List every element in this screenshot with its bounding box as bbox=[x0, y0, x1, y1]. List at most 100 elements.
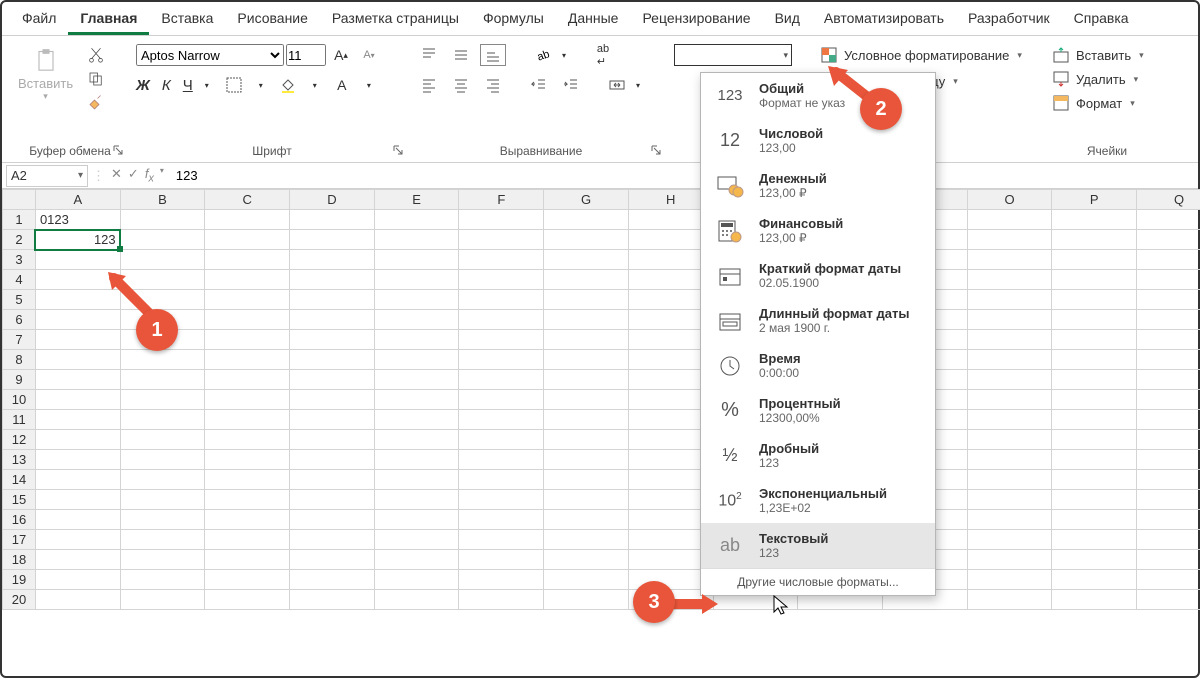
font-name-select[interactable]: Aptos Narrow bbox=[136, 44, 284, 66]
decrease-indent-button[interactable] bbox=[526, 74, 552, 96]
cell-D6[interactable] bbox=[290, 310, 375, 330]
cell-O12[interactable] bbox=[967, 430, 1052, 450]
format-option-Экспоненциальный[interactable]: 102 Экспоненциальный1,23E+02 bbox=[701, 478, 935, 523]
italic-button[interactable]: К bbox=[162, 77, 171, 94]
tab-данные[interactable]: Данные bbox=[556, 4, 631, 35]
cell-E1[interactable] bbox=[374, 210, 459, 230]
cell-G4[interactable] bbox=[544, 270, 629, 290]
cell-P10[interactable] bbox=[1052, 390, 1137, 410]
cell-C8[interactable] bbox=[205, 350, 290, 370]
cell-G10[interactable] bbox=[544, 390, 629, 410]
cell-D14[interactable] bbox=[290, 470, 375, 490]
cell-G13[interactable] bbox=[544, 450, 629, 470]
cell-P17[interactable] bbox=[1052, 530, 1137, 550]
cell-E15[interactable] bbox=[374, 490, 459, 510]
cell-G8[interactable] bbox=[544, 350, 629, 370]
cell-O10[interactable] bbox=[967, 390, 1052, 410]
cell-P11[interactable] bbox=[1052, 410, 1137, 430]
row-header-4[interactable]: 4 bbox=[3, 270, 36, 290]
cell-A10[interactable] bbox=[35, 390, 120, 410]
cell-Q6[interactable] bbox=[1137, 310, 1200, 330]
cell-D7[interactable] bbox=[290, 330, 375, 350]
cell-C11[interactable] bbox=[205, 410, 290, 430]
cell-C16[interactable] bbox=[205, 510, 290, 530]
cell-F19[interactable] bbox=[459, 570, 544, 590]
cell-Q5[interactable] bbox=[1137, 290, 1200, 310]
cell-Q7[interactable] bbox=[1137, 330, 1200, 350]
format-option-Числовой[interactable]: 12 Числовой123,00 bbox=[701, 118, 935, 163]
cell-G9[interactable] bbox=[544, 370, 629, 390]
cell-F17[interactable] bbox=[459, 530, 544, 550]
row-header-11[interactable]: 11 bbox=[3, 410, 36, 430]
row-header-1[interactable]: 1 bbox=[3, 210, 36, 230]
insert-cells-button[interactable]: Вставить▾ bbox=[1046, 44, 1150, 66]
cell-G14[interactable] bbox=[544, 470, 629, 490]
cell-G20[interactable] bbox=[544, 590, 629, 610]
dialog-launcher-icon[interactable] bbox=[392, 144, 404, 156]
column-header-G[interactable]: G bbox=[544, 190, 629, 210]
copy-button[interactable] bbox=[83, 68, 109, 90]
tab-рисование[interactable]: Рисование bbox=[225, 4, 320, 35]
cell-A16[interactable] bbox=[35, 510, 120, 530]
cell-F8[interactable] bbox=[459, 350, 544, 370]
format-painter-button[interactable] bbox=[83, 92, 109, 114]
cell-G6[interactable] bbox=[544, 310, 629, 330]
cell-D20[interactable] bbox=[290, 590, 375, 610]
cell-A12[interactable] bbox=[35, 430, 120, 450]
format-option-Денежный[interactable]: Денежный123,00 ₽ bbox=[701, 163, 935, 208]
tab-формулы[interactable]: Формулы bbox=[471, 4, 556, 35]
cell-P13[interactable] bbox=[1052, 450, 1137, 470]
cell-Q4[interactable] bbox=[1137, 270, 1200, 290]
cell-Q1[interactable] bbox=[1137, 210, 1200, 230]
name-box[interactable]: A2 bbox=[6, 165, 88, 187]
cell-G5[interactable] bbox=[544, 290, 629, 310]
row-header-17[interactable]: 17 bbox=[3, 530, 36, 550]
cell-A19[interactable] bbox=[35, 570, 120, 590]
cell-O20[interactable] bbox=[967, 590, 1052, 610]
cell-O13[interactable] bbox=[967, 450, 1052, 470]
column-header-D[interactable]: D bbox=[290, 190, 375, 210]
cell-G2[interactable] bbox=[544, 230, 629, 250]
underline-button[interactable]: Ч bbox=[183, 77, 193, 94]
cell-G16[interactable] bbox=[544, 510, 629, 530]
cell-C5[interactable] bbox=[205, 290, 290, 310]
tab-вставка[interactable]: Вставка bbox=[149, 4, 225, 35]
column-header-O[interactable]: O bbox=[967, 190, 1052, 210]
cell-P16[interactable] bbox=[1052, 510, 1137, 530]
cell-C13[interactable] bbox=[205, 450, 290, 470]
cell-O11[interactable] bbox=[967, 410, 1052, 430]
dialog-launcher-icon[interactable] bbox=[112, 144, 124, 156]
cell-P2[interactable] bbox=[1052, 230, 1137, 250]
cell-D9[interactable] bbox=[290, 370, 375, 390]
row-header-16[interactable]: 16 bbox=[3, 510, 36, 530]
cell-C12[interactable] bbox=[205, 430, 290, 450]
cell-F7[interactable] bbox=[459, 330, 544, 350]
column-header-P[interactable]: P bbox=[1052, 190, 1137, 210]
format-option-Время[interactable]: Время0:00:00 bbox=[701, 343, 935, 388]
cell-Q3[interactable] bbox=[1137, 250, 1200, 270]
cell-E19[interactable] bbox=[374, 570, 459, 590]
cell-A20[interactable] bbox=[35, 590, 120, 610]
row-header-2[interactable]: 2 bbox=[3, 230, 36, 250]
align-middle-button[interactable] bbox=[448, 44, 474, 66]
cell-C10[interactable] bbox=[205, 390, 290, 410]
cell-E4[interactable] bbox=[374, 270, 459, 290]
cell-C1[interactable] bbox=[205, 210, 290, 230]
cell-O8[interactable] bbox=[967, 350, 1052, 370]
cell-E2[interactable] bbox=[374, 230, 459, 250]
cell-P5[interactable] bbox=[1052, 290, 1137, 310]
align-center-button[interactable] bbox=[448, 74, 474, 96]
row-header-5[interactable]: 5 bbox=[3, 290, 36, 310]
cell-O6[interactable] bbox=[967, 310, 1052, 330]
cell-F4[interactable] bbox=[459, 270, 544, 290]
cell-E10[interactable] bbox=[374, 390, 459, 410]
increase-indent-button[interactable] bbox=[558, 74, 584, 96]
cell-Q13[interactable] bbox=[1137, 450, 1200, 470]
font-size-input[interactable] bbox=[286, 44, 326, 66]
cell-D12[interactable] bbox=[290, 430, 375, 450]
tab-главная[interactable]: Главная bbox=[68, 4, 149, 35]
cell-A13[interactable] bbox=[35, 450, 120, 470]
format-option-Финансовый[interactable]: Финансовый123,00 ₽ bbox=[701, 208, 935, 253]
cell-O3[interactable] bbox=[967, 250, 1052, 270]
align-bottom-button[interactable] bbox=[480, 44, 506, 66]
